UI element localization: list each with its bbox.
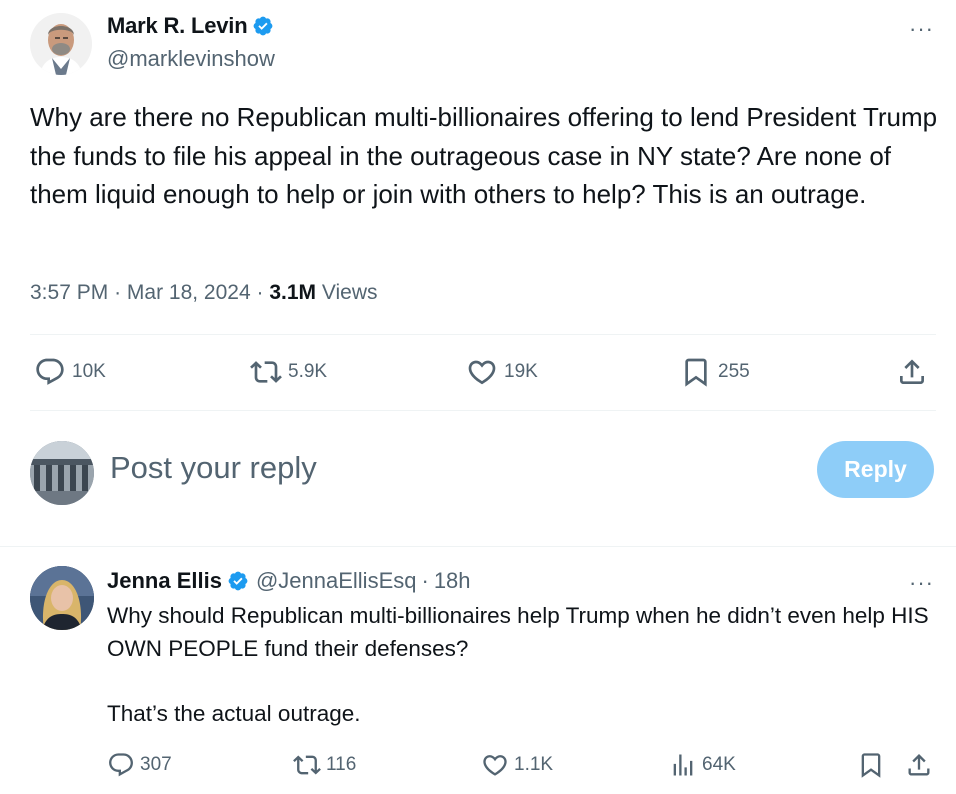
author-name[interactable]: Mark R. Levin — [107, 13, 274, 39]
like-count: 19K — [504, 361, 538, 382]
more-icon[interactable]: ··· — [909, 16, 934, 42]
reply-input[interactable] — [110, 450, 750, 486]
author-handle[interactable]: @marklevinshow — [107, 46, 275, 72]
like-button[interactable]: 19K — [466, 356, 538, 388]
reply-author-avatar[interactable] — [30, 566, 94, 630]
reply-age[interactable]: 18h — [434, 568, 471, 594]
like-icon — [468, 360, 496, 385]
repost-icon — [293, 755, 321, 775]
tweet-date[interactable]: Mar 18, 2024 — [127, 281, 251, 304]
views-button[interactable]: 64K — [669, 751, 736, 779]
repost-icon — [250, 361, 282, 383]
reply-header: Jenna Ellis @JennaEllisEsq · 18h — [107, 568, 471, 594]
reply-button[interactable]: 307 — [107, 751, 172, 779]
meta-separator: · — [114, 281, 122, 304]
repost-count: 116 — [326, 754, 357, 775]
bookmark-button[interactable] — [857, 751, 885, 779]
reply-text: Why should Republican multi-billionaires… — [107, 600, 937, 731]
repost-button[interactable]: 5.9K — [250, 356, 327, 388]
reply-count: 307 — [140, 754, 172, 775]
reply-author-name[interactable]: Jenna Ellis — [107, 568, 222, 594]
like-icon — [483, 755, 507, 776]
verified-badge-icon — [228, 571, 248, 591]
current-user-avatar[interactable] — [30, 441, 94, 505]
reply-button[interactable]: 10K — [34, 356, 106, 388]
share-icon — [900, 359, 924, 384]
repost-button[interactable]: 116 — [293, 751, 356, 779]
repost-count: 5.9K — [288, 361, 328, 382]
bookmark-icon — [861, 753, 881, 778]
reply-count: 10K — [72, 361, 106, 382]
share-button[interactable] — [896, 356, 928, 388]
more-icon[interactable]: ··· — [909, 570, 934, 596]
bookmark-button[interactable]: 255 — [680, 356, 750, 388]
reply-icon — [36, 358, 64, 385]
like-count: 1.1K — [514, 754, 554, 775]
tweet-meta: 3:57 PM · Mar 18, 2024 · 3.1M Views — [30, 281, 378, 305]
divider — [0, 546, 956, 547]
reply-submit-button[interactable]: Reply — [817, 441, 934, 498]
views-icon — [673, 754, 693, 776]
bookmark-count: 255 — [718, 361, 750, 382]
header-separator: · — [421, 568, 429, 593]
tweet-time[interactable]: 3:57 PM — [30, 281, 108, 304]
verified-badge-icon — [254, 16, 273, 36]
tweet-text: Why are there no Republican multi-billio… — [30, 102, 938, 209]
divider — [30, 410, 936, 411]
reply-tweet[interactable]: Jenna Ellis @JennaEllisEsq · 18h ··· Why… — [0, 548, 956, 794]
bookmark-icon — [685, 358, 707, 387]
like-button[interactable]: 1.1K — [481, 751, 553, 779]
reply-tweet-actions: 307 116 1.1K 64K — [107, 751, 937, 783]
views-label: Views — [321, 281, 378, 304]
tweet-actions: 10K 5.9K 19K 255 — [30, 356, 936, 396]
author-avatar[interactable] — [30, 13, 92, 75]
views-count: 3.1M — [269, 281, 317, 304]
author-name-text[interactable]: Mark R. Levin — [107, 13, 248, 39]
meta-separator: · — [256, 281, 264, 304]
share-button[interactable] — [905, 751, 933, 779]
divider — [30, 334, 936, 335]
views-count: 64K — [702, 754, 736, 775]
reply-composer: Reply — [0, 438, 956, 508]
reply-paragraph: Why should Republican multi-billionaires… — [107, 603, 929, 661]
reply-paragraph: That’s the actual outrage. — [107, 701, 361, 726]
share-icon — [908, 754, 930, 776]
reply-author-handle[interactable]: @JennaEllisEsq — [256, 568, 417, 594]
reply-icon — [109, 753, 133, 777]
